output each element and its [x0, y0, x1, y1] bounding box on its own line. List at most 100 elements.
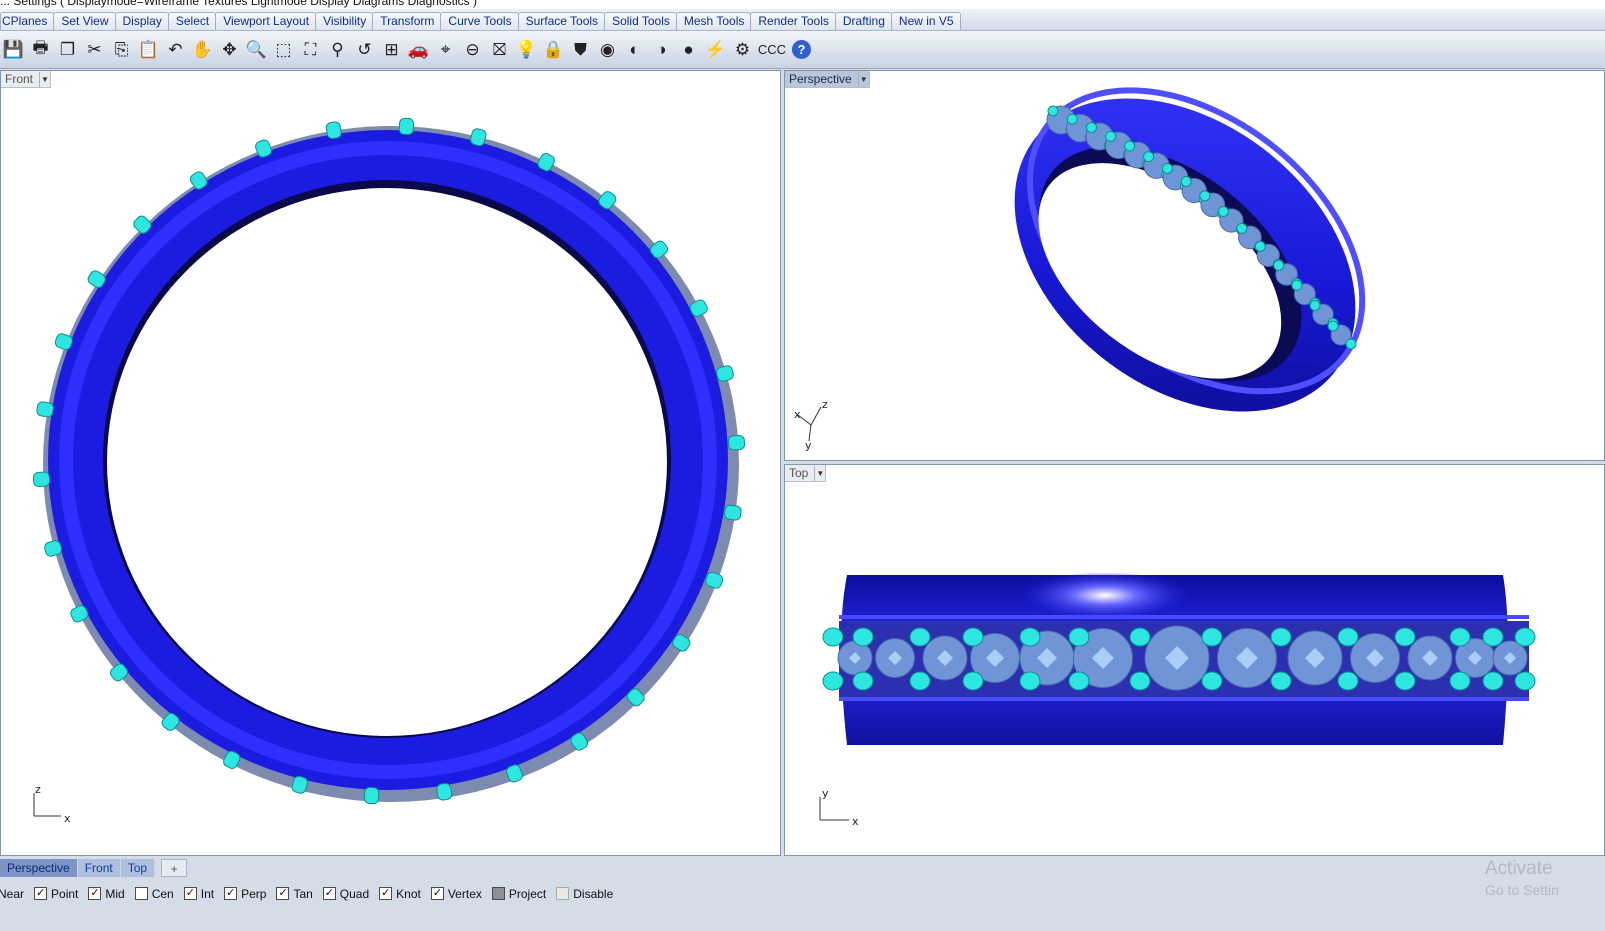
- tab-render-tools[interactable]: Render Tools: [750, 12, 836, 30]
- lightbulb-icon[interactable]: 💡: [513, 36, 540, 64]
- top-view-canvas[interactable]: y x: [785, 465, 1605, 856]
- prong: [962, 671, 984, 691]
- osnap-quad[interactable]: Quad: [322, 887, 369, 901]
- viewport-perspective[interactable]: Perspective ▼ z x y: [784, 70, 1605, 461]
- copy-to-clipboard-icon[interactable]: ❐: [54, 36, 81, 64]
- shaded-sphere-icon[interactable]: ◐: [621, 36, 648, 64]
- viewport-top-title[interactable]: Top ▼: [785, 465, 827, 482]
- osnap-mid[interactable]: Mid: [88, 887, 125, 901]
- viewport-front-title[interactable]: Front ▼: [1, 71, 52, 88]
- tab-set-view[interactable]: Set View: [53, 12, 116, 30]
- undo-view-icon[interactable]: ↺: [351, 36, 378, 64]
- prong: [32, 471, 51, 487]
- prong: [1449, 627, 1471, 647]
- osnap-point-checkbox[interactable]: [34, 887, 48, 900]
- prong: [1124, 140, 1136, 152]
- tab-solid-tools[interactable]: Solid Tools: [604, 12, 677, 30]
- viewport-perspective-title[interactable]: Perspective ▼: [785, 71, 870, 88]
- prong: [1482, 671, 1504, 691]
- cplane-icon[interactable]: ⊖: [459, 36, 486, 64]
- osnap-perp-checkbox[interactable]: [224, 887, 238, 900]
- front-axis-indicator: z x: [33, 783, 71, 825]
- viewport-tab-front[interactable]: Front: [77, 859, 121, 877]
- prong: [398, 117, 415, 136]
- osnap-cen-label: Cen: [151, 886, 174, 901]
- viewport-top[interactable]: Top ▼ y x: [784, 464, 1605, 856]
- perspective-view-canvas[interactable]: z x y: [785, 71, 1605, 461]
- osnap-point[interactable]: Point: [34, 887, 78, 901]
- osnap-mid-checkbox[interactable]: [88, 887, 102, 900]
- tab-new-in-v5[interactable]: New in V5: [890, 12, 961, 30]
- four-viewports-icon[interactable]: ⊞: [378, 36, 405, 64]
- print-icon[interactable]: 🖶: [27, 36, 54, 64]
- ccc-label[interactable]: CCC: [756, 36, 788, 64]
- car-icon[interactable]: 🚗: [405, 36, 432, 64]
- osnap-perp[interactable]: Perp: [224, 887, 266, 901]
- copy-icon[interactable]: ⎘: [108, 36, 135, 64]
- chevron-down-icon[interactable]: ▼: [857, 71, 869, 87]
- command-line[interactable]: ... Settings ( Displaymode=Wireframe Tex…: [0, 0, 1605, 9]
- save-icon[interactable]: 💾: [0, 36, 27, 64]
- osnap-perp-label: Perp: [241, 886, 267, 901]
- viewport-tabs: Perspective Front Top +: [0, 857, 1605, 879]
- tab-surface-tools[interactable]: Surface Tools: [517, 12, 606, 30]
- chevron-down-icon[interactable]: ▼: [814, 465, 825, 481]
- rotate-view-icon[interactable]: ✥: [216, 36, 243, 64]
- tab-drafting[interactable]: Drafting: [834, 12, 892, 30]
- viewport-tab-top[interactable]: Top: [120, 859, 156, 877]
- color-wheel-icon[interactable]: ◉: [594, 36, 621, 64]
- zoom-extents-icon[interactable]: ⛶: [297, 36, 324, 64]
- help-icon[interactable]: ?: [788, 36, 815, 64]
- select-objects-icon[interactable]: ⛝: [486, 36, 513, 64]
- viewport-tab-perspective[interactable]: Perspective: [0, 859, 78, 877]
- osnap-disable[interactable]: Disable: [556, 887, 613, 901]
- paste-icon[interactable]: 📋: [135, 36, 162, 64]
- rendered-sphere-icon[interactable]: ◑: [648, 36, 675, 64]
- tab-display[interactable]: Display: [114, 12, 169, 30]
- gear-icon[interactable]: ⚙: [729, 36, 756, 64]
- osnap-quad-checkbox[interactable]: [322, 887, 336, 900]
- osnap-project[interactable]: Project: [491, 887, 546, 901]
- osnap-disable-checkbox[interactable]: [556, 887, 570, 900]
- command-line-text: ... Settings ( Displaymode=Wireframe Tex…: [0, 0, 477, 8]
- osnap-project-checkbox[interactable]: [491, 887, 505, 900]
- viewport-front[interactable]: Front ▼ z x: [0, 70, 781, 856]
- tab-visibility[interactable]: Visibility: [315, 12, 374, 30]
- osnap-tan-checkbox[interactable]: [276, 887, 290, 900]
- tab-mesh-tools[interactable]: Mesh Tools: [675, 12, 752, 30]
- named-views-icon[interactable]: ⌖: [432, 36, 459, 64]
- pan-hand-icon[interactable]: ✋: [189, 36, 216, 64]
- undo-icon[interactable]: ↶: [162, 36, 189, 64]
- tab-curve-tools[interactable]: Curve Tools: [440, 12, 519, 30]
- zoom-icon[interactable]: 🔍: [243, 36, 270, 64]
- chevron-down-icon[interactable]: ▼: [39, 71, 50, 87]
- front-view-canvas[interactable]: z x: [1, 71, 781, 856]
- osnap-vertex[interactable]: Vertex: [430, 887, 482, 901]
- tab-cplanes[interactable]: CPlanes: [0, 12, 55, 30]
- prong: [1309, 299, 1321, 311]
- tab-viewport-layout[interactable]: Viewport Layout: [215, 12, 317, 30]
- layer-icon[interactable]: ⛊: [567, 36, 594, 64]
- save-icon-glyph: 💾: [2, 39, 25, 59]
- cut-icon[interactable]: ✂: [81, 36, 108, 64]
- persp-axis-x: x: [794, 408, 801, 421]
- osnap-knot-checkbox[interactable]: [379, 887, 393, 900]
- tab-transform[interactable]: Transform: [372, 12, 442, 30]
- add-viewport-tab-button[interactable]: +: [161, 859, 188, 877]
- osnap-cen[interactable]: Cen: [134, 886, 174, 901]
- osnap-vertex-checkbox[interactable]: [430, 887, 444, 900]
- render-icon[interactable]: ●: [675, 36, 702, 64]
- osnap-knot[interactable]: Knot: [379, 887, 421, 901]
- osnap-cen-checkbox[interactable]: [134, 887, 148, 900]
- light-icon[interactable]: ⚡: [702, 36, 729, 64]
- prong: [1019, 671, 1041, 691]
- osnap-int[interactable]: Int: [183, 887, 214, 901]
- tab-select[interactable]: Select: [167, 12, 217, 30]
- osnap-tan[interactable]: Tan: [276, 887, 313, 901]
- zoom-window-icon[interactable]: ⬚: [270, 36, 297, 64]
- osnap-int-checkbox[interactable]: [183, 887, 197, 900]
- lock-icon[interactable]: 🔒: [540, 36, 567, 64]
- zoom-selected-icon[interactable]: ⚲: [324, 36, 351, 64]
- prong: [1068, 627, 1090, 647]
- osnap-near[interactable]: Near: [0, 887, 24, 901]
